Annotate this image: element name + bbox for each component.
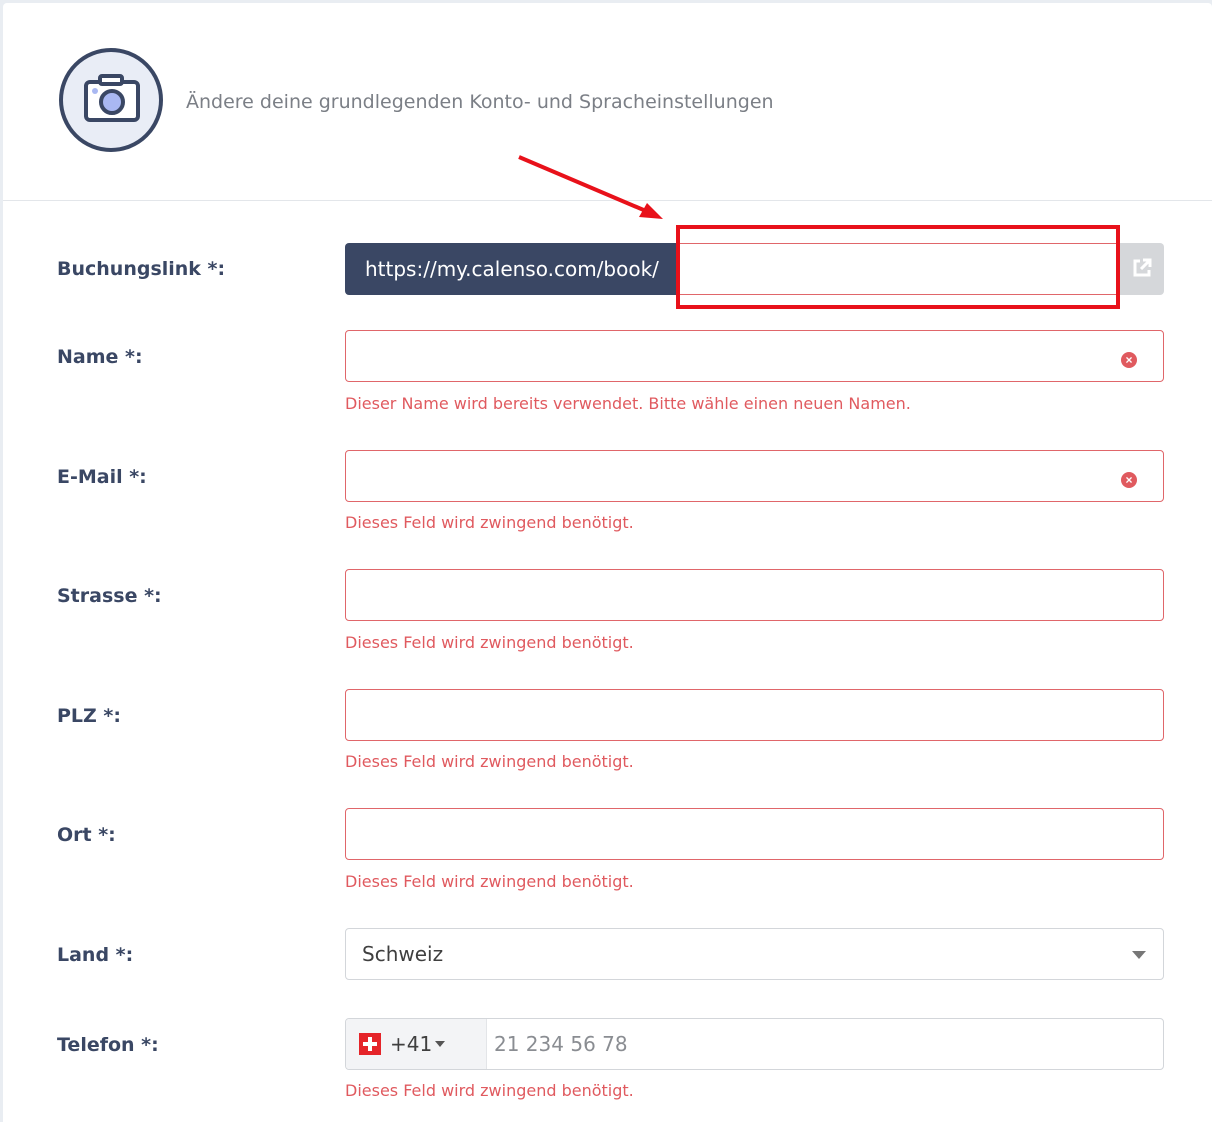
phone-input[interactable]: 21 234 56 78	[494, 1032, 628, 1056]
avatar-upload[interactable]	[59, 48, 163, 152]
error-clear-icon[interactable]: ×	[1121, 352, 1137, 368]
error-clear-icon[interactable]: ×	[1121, 472, 1137, 488]
annotation-highlight-box	[676, 225, 1120, 309]
booking-link-label: Buchungslink *:	[57, 258, 226, 280]
country-select[interactable]: Schweiz	[345, 928, 1164, 980]
external-link-icon	[1133, 258, 1152, 277]
page-subtitle: Ändere deine grundlegenden Konto- und Sp…	[186, 91, 774, 113]
settings-card: Ändere deine grundlegenden Konto- und Sp…	[3, 3, 1212, 1122]
email-error: Dieses Feld wird zwingend benötigt.	[345, 513, 634, 532]
dial-code: +41	[390, 1032, 433, 1056]
city-input[interactable]	[345, 808, 1164, 860]
chevron-down-icon	[1132, 951, 1146, 959]
email-label: E-Mail *:	[57, 466, 147, 488]
street-error: Dieses Feld wird zwingend benötigt.	[345, 633, 634, 652]
country-label: Land *:	[57, 944, 134, 966]
annotation-arrow	[518, 155, 663, 219]
street-input[interactable]	[345, 569, 1164, 621]
name-error: Dieser Name wird bereits verwendet. Bitt…	[345, 394, 911, 413]
caret-down-icon	[435, 1041, 445, 1047]
country-select-value: Schweiz	[362, 942, 444, 966]
swiss-flag-icon	[359, 1033, 381, 1055]
zip-label: PLZ *:	[57, 705, 121, 727]
open-booking-link-button[interactable]	[1119, 243, 1164, 295]
city-error: Dieses Feld wird zwingend benötigt.	[345, 872, 634, 891]
zip-input[interactable]	[345, 689, 1164, 741]
name-label: Name *:	[57, 346, 143, 368]
zip-error: Dieses Feld wird zwingend benötigt.	[345, 752, 634, 771]
phone-label: Telefon *:	[57, 1034, 159, 1056]
camera-icon	[84, 74, 140, 122]
city-label: Ort *:	[57, 824, 116, 846]
booking-link-prefix: https://my.calenso.com/book/	[345, 243, 676, 295]
name-input[interactable]: ×	[345, 330, 1164, 382]
phone-field: +41 21 234 56 78	[345, 1018, 1164, 1070]
phone-error: Dieses Feld wird zwingend benötigt.	[345, 1081, 634, 1100]
street-label: Strasse *:	[57, 585, 162, 607]
email-input[interactable]: ×	[345, 450, 1164, 502]
country-code-dropdown[interactable]: +41	[346, 1019, 487, 1069]
